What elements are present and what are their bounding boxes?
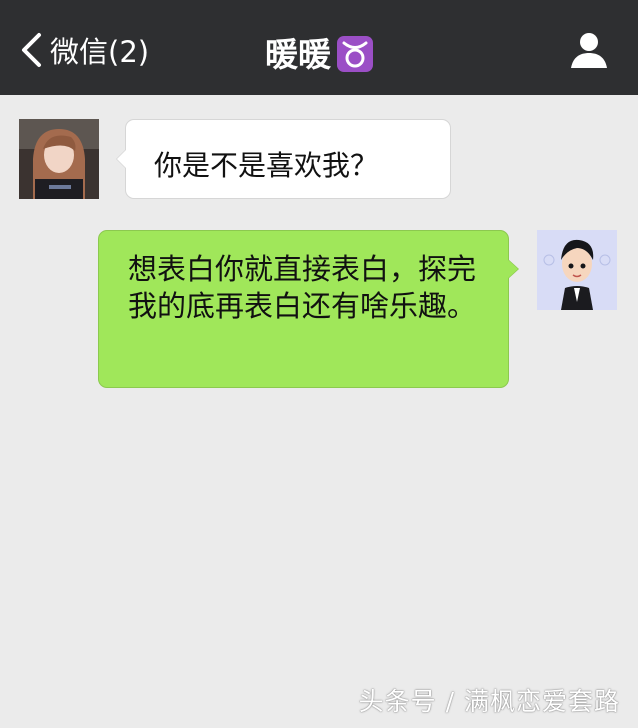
contact-photo: [19, 119, 99, 199]
chat-title: 暖暖: [0, 28, 638, 76]
message-text: 想表白你就直接表白，探完我的底再表白还有啥乐趣。: [128, 252, 477, 323]
chat-header: 微信(2) 暖暖: [0, 0, 638, 95]
contact-profile-button[interactable]: [568, 30, 610, 72]
contact-name: 暖暖: [265, 35, 331, 74]
my-avatar[interactable]: [537, 230, 617, 310]
contact-avatar[interactable]: [19, 119, 99, 199]
sent-message-bubble[interactable]: 想表白你就直接表白，探完我的底再表白还有啥乐趣。: [98, 230, 519, 388]
taurus-icon: [337, 36, 373, 72]
message-text: 你是不是喜欢我？: [154, 149, 379, 182]
watermark: 头条号 / 满枫恋爱套路: [358, 687, 620, 716]
person-icon: [571, 33, 607, 68]
received-message-bubble[interactable]: 你是不是喜欢我？: [116, 119, 451, 199]
cartoon-avatar: [537, 230, 617, 310]
